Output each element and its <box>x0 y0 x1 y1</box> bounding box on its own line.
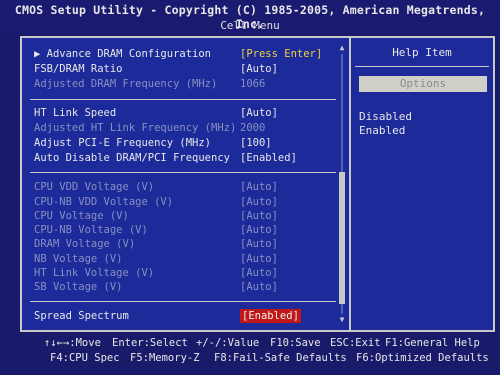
scrollbar[interactable]: ▲ ▼ <box>338 44 346 324</box>
menu-title: Cell Menu <box>220 19 280 32</box>
section-divider <box>30 301 336 302</box>
setting-label: Adjusted DRAM Frequency (MHz) <box>34 78 218 90</box>
setting-value: [Auto] <box>240 181 278 193</box>
setting-value: [Auto] <box>240 281 278 293</box>
setting-label: CPU-NB Voltage (V) <box>34 224 148 236</box>
setting-value: [Auto] <box>240 267 278 279</box>
option-disabled[interactable]: Disabled <box>359 110 412 123</box>
footer-row-2: F4:CPU Spec F5:Memory-Z F8:Fail-Safe Def… <box>0 351 500 365</box>
setting-value[interactable]: [Enabled] <box>240 151 297 165</box>
help-panel: Help Item Options Disabled Enabled <box>351 38 493 330</box>
setting-label: HT Link Speed <box>34 107 117 119</box>
settings-list: ▶ Advance DRAM Configuration [Press Ente… <box>22 38 349 330</box>
help-divider <box>355 66 489 67</box>
setting-value: 2000 <box>240 122 266 134</box>
bios-screen: CMOS Setup Utility - Copyright (C) 1985-… <box>0 0 500 375</box>
setting-label: HT Link Voltage (V) <box>34 267 155 279</box>
setting-value: [Auto] <box>240 238 278 250</box>
setting-value: 1066 <box>240 78 266 90</box>
setting-label: Adjusted HT Link Frequency (MHz) <box>34 122 237 134</box>
setting-label: NB Voltage (V) <box>34 253 123 265</box>
title-bar: CMOS Setup Utility - Copyright (C) 1985-… <box>0 0 500 34</box>
key-fail-safe-defaults: F8:Fail-Safe Defaults <box>214 352 347 364</box>
setting-value[interactable]: [Press Enter] <box>240 47 322 61</box>
setting-label: ▶ Advance DRAM Configuration <box>34 48 212 60</box>
help-title: Help Item <box>392 46 452 59</box>
setting-label: CPU Voltage (V) <box>34 210 129 222</box>
scrollbar-thumb[interactable] <box>339 172 345 304</box>
setting-label: SB Voltage (V) <box>34 281 123 293</box>
setting-value: [Auto] <box>240 253 278 265</box>
setting-value-selected[interactable]: [Enabled] <box>240 309 301 323</box>
key-save: F10:Save <box>270 337 321 349</box>
setting-label: CPU-NB VDD Voltage (V) <box>34 196 174 208</box>
key-optimized-defaults: F6:Optimized Defaults <box>356 352 489 364</box>
section-divider <box>30 99 336 100</box>
options-header: Options <box>359 76 487 92</box>
key-select: Enter:Select <box>112 337 188 349</box>
option-enabled[interactable]: Enabled <box>359 124 405 137</box>
setting-label: Spread Spectrum <box>34 310 129 322</box>
setting-value: [Auto] <box>240 196 278 208</box>
key-move: ↑↓←→:Move <box>44 337 101 349</box>
key-general-help: F1:General Help <box>385 337 480 349</box>
footer-row-1: ↑↓←→:Move Enter:Select +/-/:Value F10:Sa… <box>0 336 500 350</box>
setting-value[interactable]: [100] <box>240 136 272 150</box>
section-divider <box>30 172 336 173</box>
key-cpu-spec: F4:CPU Spec <box>50 352 120 364</box>
setting-label: Adjust PCI-E Frequency (MHz) <box>34 137 212 149</box>
key-help-footer: ↑↓←→:Move Enter:Select +/-/:Value F10:Sa… <box>0 332 500 375</box>
setting-value: [Auto] <box>240 224 278 236</box>
settings-panel: ▶ Advance DRAM Configuration [Press Ente… <box>20 36 495 332</box>
setting-label: FSB/DRAM Ratio <box>34 63 123 75</box>
setting-value: [Auto] <box>240 210 278 222</box>
triangle-down-icon[interactable]: ▼ <box>338 316 346 324</box>
key-memory-z: F5:Memory-Z <box>130 352 200 364</box>
setting-value[interactable]: [Auto] <box>240 106 278 120</box>
setting-label: CPU VDD Voltage (V) <box>34 181 155 193</box>
setting-label: Auto Disable DRAM/PCI Frequency <box>34 152 230 164</box>
triangle-up-icon[interactable]: ▲ <box>338 44 346 52</box>
key-value: +/-/:Value <box>196 337 260 349</box>
key-exit: ESC:Exit <box>330 337 381 349</box>
setting-label: DRAM Voltage (V) <box>34 238 136 250</box>
setting-value[interactable]: [Auto] <box>240 62 278 76</box>
